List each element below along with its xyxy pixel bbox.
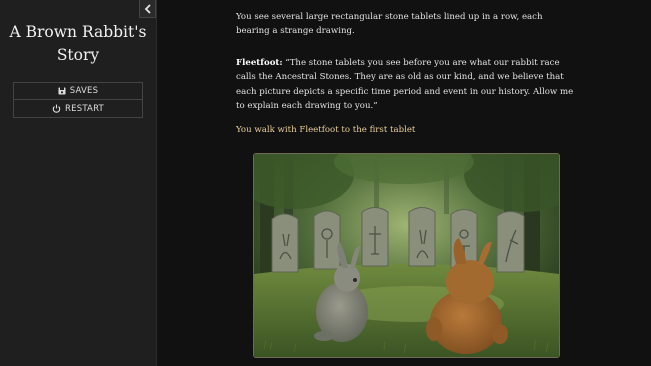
speaker-speech: “The stone tablets you see before you ar… — [236, 58, 574, 112]
story-title-line-1: A Brown Rabbit's — [9, 23, 147, 41]
saves-button[interactable]: SAVES — [13, 82, 143, 100]
passage-intro: You see several large rectangular stone … — [236, 12, 543, 37]
story-title: A Brown Rabbit's Story — [0, 21, 156, 67]
passage-dialogue: Fleetfoot: “The stone tablets you see be… — [236, 56, 576, 114]
collapse-sidebar-button[interactable] — [139, 0, 156, 18]
story-menu: SAVES RESTART — [13, 82, 143, 118]
power-icon — [52, 104, 61, 113]
save-icon — [58, 87, 66, 95]
restart-label: RESTART — [65, 103, 104, 114]
sidebar: A Brown Rabbit's Story SAVES RESTART — [0, 0, 157, 366]
speaker-name: Fleetfoot: — [236, 58, 283, 68]
story-title-line-2: Story — [56, 46, 100, 64]
saves-label: SAVES — [69, 86, 99, 96]
continue-link[interactable]: You walk with Fleetfoot to the first tab… — [236, 123, 576, 137]
restart-button[interactable]: RESTART — [13, 100, 143, 118]
scene-illustration — [253, 153, 560, 358]
passage-area: You see several large rectangular stone … — [157, 0, 651, 366]
forest-tablets-illustration — [254, 154, 559, 357]
chevron-left-icon — [144, 3, 151, 14]
